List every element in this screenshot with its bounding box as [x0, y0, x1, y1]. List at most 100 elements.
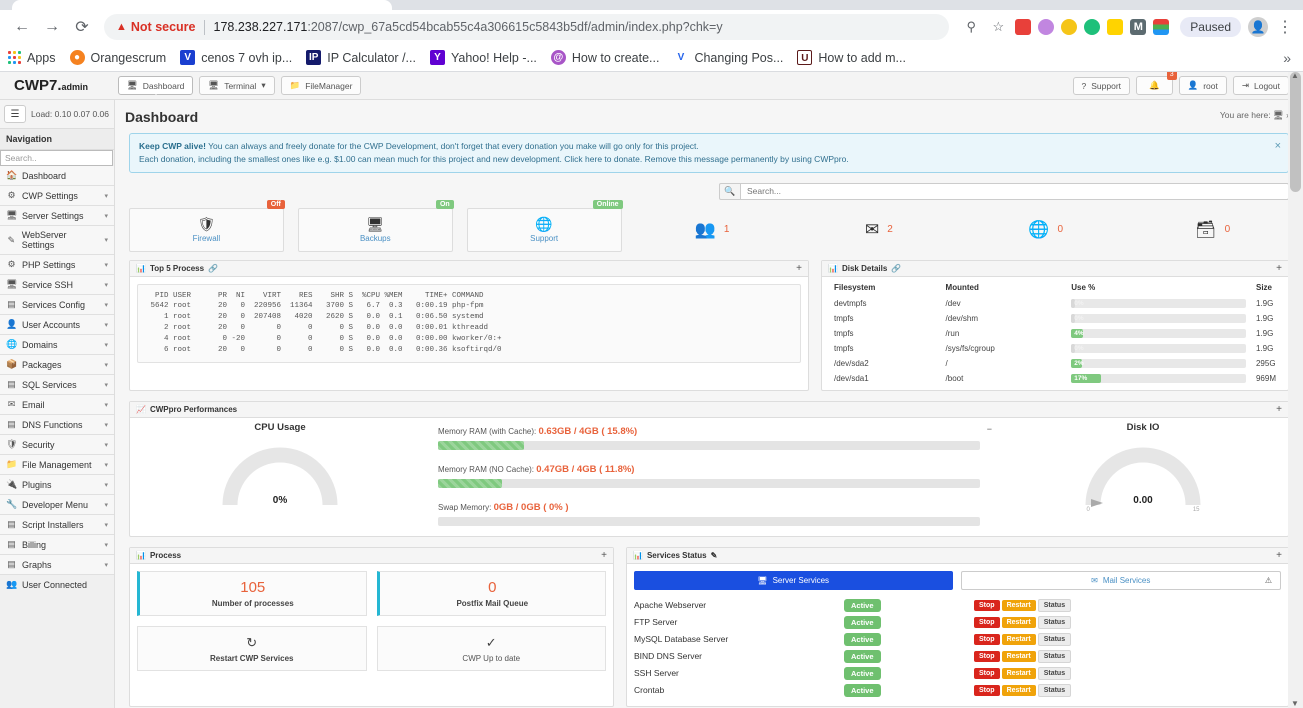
sidebar-item-services-config[interactable]: ▤ Services Config ▾	[0, 295, 114, 315]
sidebar-item-packages[interactable]: 📦 Packages ▾	[0, 355, 114, 375]
user-button[interactable]: 👤 root	[1178, 76, 1227, 95]
sidebar-item-php-settings[interactable]: ⚙ PHP Settings ▾	[0, 255, 114, 275]
stop-button[interactable]: Stop	[974, 599, 1000, 611]
stop-button[interactable]: Stop	[974, 650, 1000, 662]
menu-icon[interactable]: ☰	[4, 105, 26, 123]
forward-button[interactable]: →	[38, 13, 66, 41]
avatar[interactable]: 👤	[1248, 17, 1268, 37]
panel-expand-icon[interactable]: +	[1276, 263, 1282, 274]
count-card-databases[interactable]: 🗃 0	[1136, 208, 1289, 252]
nav-button-terminal[interactable]: 🖥 Terminal ▾	[199, 76, 275, 95]
nav-button-dashboard[interactable]: 🖥 Dashboard	[118, 76, 194, 95]
status-button[interactable]: Status	[1037, 683, 1072, 697]
sidebar-item-dashboard[interactable]: 🏠 Dashboard	[0, 166, 114, 186]
bookmarks-overflow-icon[interactable]: »	[1283, 50, 1295, 66]
collapse-icon[interactable]: −	[987, 424, 992, 434]
notifications-button[interactable]: 🔔 3	[1136, 72, 1177, 95]
sidebar-item-file-management[interactable]: 📁 File Management ▾	[0, 455, 114, 475]
page-scrollbar[interactable]: ▲ ▼	[1288, 72, 1303, 708]
scroll-up-icon[interactable]: ▲	[1291, 72, 1299, 80]
sidebar-item-service-ssh[interactable]: 🖥 Service SSH ▾	[0, 275, 114, 295]
browser-menu-icon[interactable]: ⋮	[1275, 13, 1295, 41]
sidebar-item-script-installers[interactable]: ▤ Script Installers ▾	[0, 515, 114, 535]
panel-expand-icon[interactable]: +	[796, 263, 802, 274]
restart-button[interactable]: Restart	[1001, 667, 1036, 679]
bookmark-how-to-create[interactable]: @ How to create...	[550, 50, 659, 65]
bookmark-star-icon[interactable]: ☆	[988, 17, 1008, 37]
restart-button[interactable]: Restart	[1001, 650, 1036, 662]
link-icon[interactable]: 🔗	[208, 264, 218, 273]
panel-expand-icon[interactable]: +	[601, 550, 607, 561]
nav-button-filemanager[interactable]: 📁 FileManager	[280, 76, 362, 95]
tile-postfix-mail-queue[interactable]: 0 Postfix Mail Queue	[376, 570, 606, 616]
address-bar[interactable]: ▲ Not secure 178.238.227.171:2087/cwp_67…	[104, 14, 950, 40]
count-card-domains[interactable]: 🌐 0	[969, 208, 1122, 252]
close-icon[interactable]: ×	[1275, 138, 1281, 155]
bookmark-yahoo-help[interactable]: Y Yahoo! Help -...	[429, 50, 537, 65]
sidebar-search-input[interactable]: Search..	[0, 150, 113, 166]
extension-icon-2[interactable]	[1038, 19, 1055, 35]
sidebar-item-user-accounts[interactable]: 👤 User Accounts ▾	[0, 315, 114, 335]
sidebar-item-sql-services[interactable]: ▤ SQL Services ▾	[0, 375, 114, 395]
panel-expand-icon[interactable]: +	[1276, 404, 1282, 415]
sidebar-item-plugins[interactable]: 🔌 Plugins ▾	[0, 475, 114, 495]
stop-button[interactable]: Stop	[974, 667, 1000, 679]
search-icon[interactable]: 🔍	[719, 182, 741, 200]
tile-number-of-processes[interactable]: 105 Number of processes	[137, 570, 367, 616]
extension-icon-3[interactable]	[1061, 19, 1078, 35]
sidebar-item-server-settings[interactable]: 🖥 Server Settings ▾	[0, 206, 114, 226]
bookmark-orangescrum[interactable]: ● Orangescrum	[69, 50, 166, 65]
sidebar-item-dns-functions[interactable]: ▤ DNS Functions ▾	[0, 415, 114, 435]
browser-tabstrip[interactable]	[0, 0, 1303, 10]
count-card-users[interactable]: 👥 1	[636, 208, 789, 252]
tab-mail-services[interactable]: ✉ Mail Services ⚠	[960, 570, 1281, 590]
back-button[interactable]: ←	[8, 13, 36, 41]
sidebar-item-graphs[interactable]: ▤ Graphs ▾	[0, 555, 114, 575]
panel-expand-icon[interactable]: +	[1276, 550, 1282, 561]
sidebar-item-cwp-settings[interactable]: ⚙ CWP Settings ▾	[0, 186, 114, 206]
logout-button[interactable]: ⇥ Logout	[1232, 76, 1289, 95]
stop-button[interactable]: Stop	[974, 684, 1000, 696]
extension-icon-7[interactable]	[1153, 19, 1170, 35]
tile-cwp-up-to-date[interactable]: ✓ CWP Up to date	[376, 626, 606, 671]
sidebar-item-email[interactable]: ✉ Email ▾	[0, 395, 114, 415]
status-button[interactable]: Status	[1037, 649, 1072, 663]
profile-paused-pill[interactable]: Paused	[1180, 17, 1241, 37]
search-page-icon[interactable]: ⚲	[961, 17, 981, 37]
tile-restart-cwp-services[interactable]: ↻ Restart CWP Services	[137, 626, 367, 671]
bookmark-cenos[interactable]: V cenos 7 ovh ip...	[180, 50, 292, 65]
restart-button[interactable]: Restart	[1001, 684, 1036, 696]
extension-icon-1[interactable]	[1015, 19, 1032, 35]
sidebar-item-developer-menu[interactable]: 🔧 Developer Menu ▾	[0, 495, 114, 515]
sidebar-item-security[interactable]: 🛡 Security ▾	[0, 435, 114, 455]
extension-icon-4[interactable]	[1084, 19, 1101, 35]
sidebar-item-domains[interactable]: 🌐 Domains ▾	[0, 335, 114, 355]
link-icon[interactable]: 🔗	[891, 264, 901, 273]
stop-button[interactable]: Stop	[974, 616, 1000, 628]
extension-icon-5[interactable]	[1107, 19, 1124, 35]
bookmark-ip-calculator[interactable]: IP IP Calculator /...	[306, 50, 416, 65]
sidebar-item-user-connected[interactable]: 👥 User Connected	[0, 575, 114, 594]
restart-button[interactable]: Restart	[1001, 599, 1036, 611]
edit-icon[interactable]: ✎	[711, 551, 718, 560]
status-card-backups[interactable]: On 🖥 Backups	[297, 199, 454, 252]
status-button[interactable]: Status	[1037, 632, 1072, 646]
restart-button[interactable]: Restart	[1001, 633, 1036, 645]
bookmark-how-to-add[interactable]: U How to add m...	[797, 50, 906, 65]
bookmark-changing-pos[interactable]: V Changing Pos...	[673, 50, 783, 65]
extension-icon-6[interactable]: M	[1130, 19, 1147, 35]
restart-button[interactable]: Restart	[1001, 616, 1036, 628]
status-button[interactable]: Status	[1037, 666, 1072, 680]
tab-server-services[interactable]: 🖥 Server Services	[634, 570, 953, 590]
stop-button[interactable]: Stop	[974, 633, 1000, 645]
sidebar-item-billing[interactable]: ▤ Billing ▾	[0, 535, 114, 555]
search-input[interactable]	[741, 182, 1289, 200]
scroll-down-icon[interactable]: ▼	[1291, 699, 1299, 708]
support-button[interactable]: ? Support	[1072, 76, 1131, 95]
bookmark-apps[interactable]: Apps	[8, 51, 56, 65]
scrollbar-thumb[interactable]	[1290, 72, 1301, 192]
reload-button[interactable]: ⟳	[68, 13, 96, 41]
count-card-email[interactable]: ✉ 2	[802, 208, 955, 252]
sidebar-item-webserver-settings[interactable]: ✎ WebServer Settings ▾	[0, 226, 114, 255]
status-card-firewall[interactable]: Off 🛡 Firewall	[129, 199, 285, 252]
